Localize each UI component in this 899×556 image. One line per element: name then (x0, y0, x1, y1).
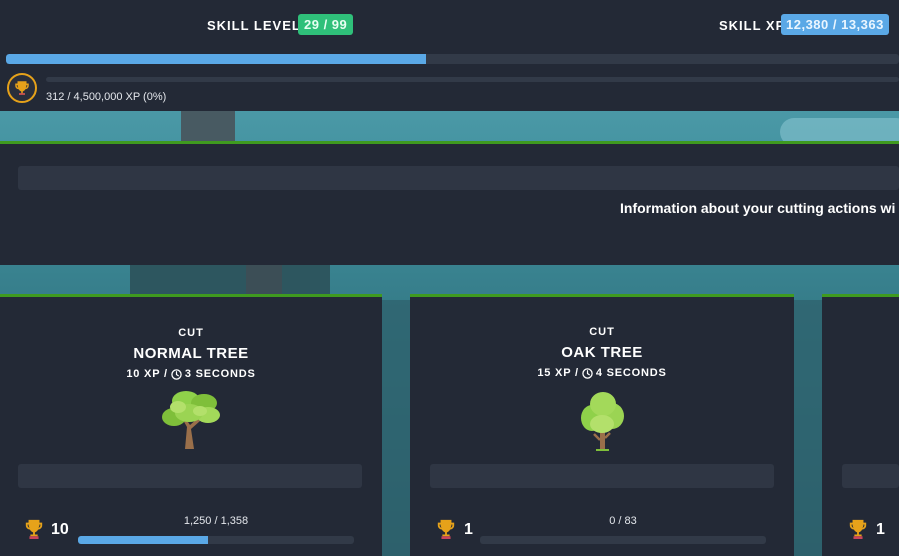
mastery-pool-xp-text: 312 / 4,500,000 XP (0%) (46, 91, 167, 103)
background-rock (181, 111, 235, 141)
background-cliff (130, 265, 330, 295)
skill-xp-label: SKILL XP (719, 18, 786, 33)
skill-xp-progress-bar (6, 54, 899, 64)
card-xp-time: 10 XP / 3 SECONDS (0, 368, 382, 380)
tree-card-partial[interactable]: 1 (822, 294, 899, 556)
card-mastery-progress-fill (78, 536, 208, 544)
skill-header: SKILL LEVEL 29 / 99 SKILL XP 12,380 / 13… (0, 0, 899, 111)
card-time-label: 3 SECONDS (184, 368, 256, 380)
cut-action-button[interactable] (18, 464, 362, 488)
card-xp-label: 15 XP / (537, 367, 579, 379)
info-panel: Information about your cutting actions w… (0, 141, 899, 265)
background-cliff (794, 300, 822, 556)
skill-xp-progress-fill (6, 54, 426, 64)
trophy-icon (437, 519, 455, 539)
trophy-icon (849, 519, 867, 539)
info-panel-text: Information about your cutting actions w… (620, 200, 896, 216)
trophy-icon (15, 81, 29, 95)
clock-icon (582, 367, 593, 379)
oak-tree-icon (581, 392, 624, 451)
tree-card-normal[interactable]: CUT NORMAL TREE 10 XP / 3 SECONDS 10 1,2… (0, 294, 382, 556)
card-action-label: CUT (589, 326, 615, 338)
background-rock (246, 265, 282, 295)
clock-icon (171, 368, 182, 380)
card-mastery-progress-text: 1,250 / 1,358 (183, 515, 249, 527)
cut-action-button[interactable] (842, 464, 899, 488)
card-xp-label: 10 XP / (126, 368, 168, 380)
skill-level-label: SKILL LEVEL (207, 18, 301, 33)
card-action-label: CUT (178, 327, 204, 339)
card-mastery-level: 10 (51, 521, 69, 538)
card-tree-name: NORMAL TREE (133, 345, 249, 362)
info-panel-bar (18, 166, 899, 190)
card-tree-name: OAK TREE (561, 344, 643, 361)
skill-xp-badge: 12,380 / 13,363 (781, 14, 889, 35)
card-mastery-progress-bar (480, 536, 766, 544)
tree-card-oak[interactable]: CUT OAK TREE 15 XP / 4 SECONDS 1 0 / 83 (410, 294, 794, 556)
card-mastery-progress-bar (78, 536, 354, 544)
mastery-trophy-button[interactable] (7, 73, 37, 103)
card-mastery-progress-text: 0 / 83 (609, 515, 637, 527)
background-cliff (382, 300, 410, 556)
card-time-label: 4 SECONDS (595, 367, 667, 379)
mastery-pool-progress-bar (46, 77, 899, 82)
cut-action-button[interactable] (430, 464, 774, 488)
card-xp-time: 15 XP / 4 SECONDS (410, 367, 794, 379)
normal-tree-icon (162, 391, 220, 449)
card-mastery-level: 1 (876, 521, 885, 538)
skill-level-badge: 29 / 99 (298, 14, 354, 35)
card-mastery-level: 1 (464, 521, 473, 538)
trophy-icon (25, 519, 43, 539)
